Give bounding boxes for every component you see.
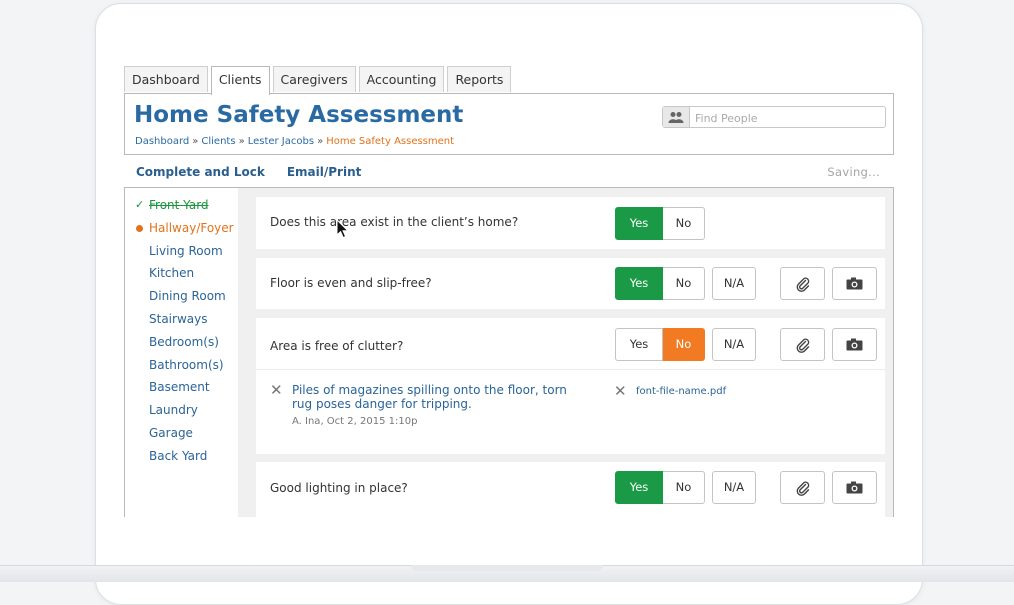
breadcrumb-current: Home Safety Assessment — [326, 136, 455, 147]
breadcrumb-separator: » — [238, 136, 245, 147]
people-icon[interactable] — [663, 107, 690, 127]
no-button[interactable]: No — [663, 328, 705, 361]
camera-icon — [846, 277, 863, 290]
room-stairways[interactable]: Stairways — [125, 308, 238, 331]
room-basement[interactable]: Basement — [125, 376, 238, 399]
divider — [256, 369, 885, 370]
app-screen: Dashboard Clients Caregivers Accounting … — [124, 64, 896, 517]
camera-button[interactable] — [832, 267, 877, 300]
camera-button[interactable] — [832, 471, 877, 504]
na-button[interactable]: N/A — [712, 328, 756, 361]
remove-file-icon[interactable]: ✕ — [614, 382, 627, 400]
breadcrumb-clients[interactable]: Clients — [201, 136, 235, 147]
question-card: Floor is even and slip-free? Yes No N/A — [256, 258, 885, 309]
paperclip-icon — [796, 277, 809, 292]
page-title: Home Safety Assessment — [134, 102, 464, 128]
email-print-link[interactable]: Email/Print — [287, 165, 362, 179]
na-button[interactable]: N/A — [712, 471, 756, 504]
room-label: Front Yard — [149, 198, 209, 212]
note-meta: A. Ina, Oct 2, 2015 1:10p — [292, 416, 418, 427]
room-laundry[interactable]: Laundry — [125, 399, 238, 422]
breadcrumb-separator: » — [192, 136, 199, 147]
tab-clients[interactable]: Clients — [210, 66, 270, 95]
room-kitchen[interactable]: Kitchen — [125, 262, 238, 285]
find-people-box — [662, 106, 886, 128]
camera-icon — [846, 338, 863, 351]
no-button[interactable]: No — [663, 471, 705, 504]
room-bedrooms[interactable]: Bedroom(s) — [125, 331, 238, 354]
no-button[interactable]: No — [663, 267, 705, 300]
room-hallway-foyer[interactable]: Hallway/Foyer — [125, 217, 238, 240]
question-card: Area is free of clutter? Yes No N/A ✕ Pi… — [256, 318, 885, 454]
delete-note-icon[interactable]: ✕ — [270, 381, 283, 399]
current-dot-icon — [136, 224, 143, 232]
saving-status: Saving... — [827, 165, 880, 179]
breadcrumb-client[interactable]: Lester Jacobs — [248, 136, 314, 147]
na-button[interactable]: N/A — [712, 267, 756, 300]
question-card: Does this area exist in the client’s hom… — [256, 197, 885, 249]
attach-button[interactable] — [780, 267, 825, 300]
assessment-panel: ✓ Front Yard Hallway/Foyer Living Room Ki… — [124, 187, 894, 517]
find-people-input[interactable] — [693, 109, 883, 127]
room-front-yard[interactable]: ✓ Front Yard — [125, 194, 238, 217]
attach-button[interactable] — [780, 471, 825, 504]
breadcrumb-separator: » — [317, 136, 324, 147]
tab-accounting[interactable]: Accounting — [358, 66, 445, 92]
yes-button[interactable]: Yes — [615, 267, 663, 300]
room-label: Hallway/Foyer — [149, 220, 234, 235]
complete-and-lock-link[interactable]: Complete and Lock — [136, 165, 265, 179]
attach-button[interactable] — [780, 328, 825, 361]
attachment-link[interactable]: font-file-name.pdf — [636, 386, 726, 397]
tab-dashboard[interactable]: Dashboard — [124, 66, 208, 92]
tab-caregivers[interactable]: Caregivers — [272, 66, 356, 92]
question-text: Good lighting in place? — [270, 481, 408, 495]
room-bathrooms[interactable]: Bathroom(s) — [125, 354, 238, 377]
question-card: Good lighting in place? Yes No N/A — [256, 462, 885, 517]
camera-icon — [846, 481, 863, 494]
room-list: ✓ Front Yard Hallway/Foyer Living Room Ki… — [125, 188, 238, 468]
question-text: Area is free of clutter? — [270, 339, 404, 353]
yes-button[interactable]: Yes — [615, 207, 663, 240]
note-text: Piles of magazines spilling onto the flo… — [292, 383, 567, 411]
room-living-room[interactable]: Living Room — [125, 240, 238, 263]
yes-button[interactable]: Yes — [615, 471, 663, 504]
camera-button[interactable] — [832, 328, 877, 361]
question-text: Does this area exist in the client’s hom… — [270, 215, 519, 229]
no-button[interactable]: No — [663, 207, 705, 240]
breadcrumb-dashboard[interactable]: Dashboard — [135, 136, 189, 147]
laptop-notch — [411, 565, 603, 571]
mouse-cursor-icon — [336, 219, 349, 239]
assessment-actions: Complete and Lock Email/Print — [136, 165, 361, 179]
yes-button[interactable]: Yes — [615, 328, 663, 361]
breadcrumb: Dashboard» Clients» Lester Jacobs» Home Saf… — [135, 136, 454, 147]
question-text: Floor is even and slip-free? — [270, 276, 432, 290]
paperclip-icon — [796, 338, 809, 353]
main-tabs: Dashboard Clients Caregivers Accounting … — [124, 66, 514, 95]
paperclip-icon — [796, 481, 809, 496]
room-garage[interactable]: Garage — [125, 422, 238, 445]
room-sidebar: ✓ Front Yard Hallway/Foyer Living Room Ki… — [125, 188, 238, 517]
page-header: Home Safety Assessment Dashboard» Clients… — [124, 93, 894, 155]
room-back-yard[interactable]: Back Yard — [125, 445, 238, 468]
room-dining-room[interactable]: Dining Room — [125, 285, 238, 308]
tab-reports[interactable]: Reports — [447, 66, 512, 92]
check-icon: ✓ — [135, 198, 145, 211]
